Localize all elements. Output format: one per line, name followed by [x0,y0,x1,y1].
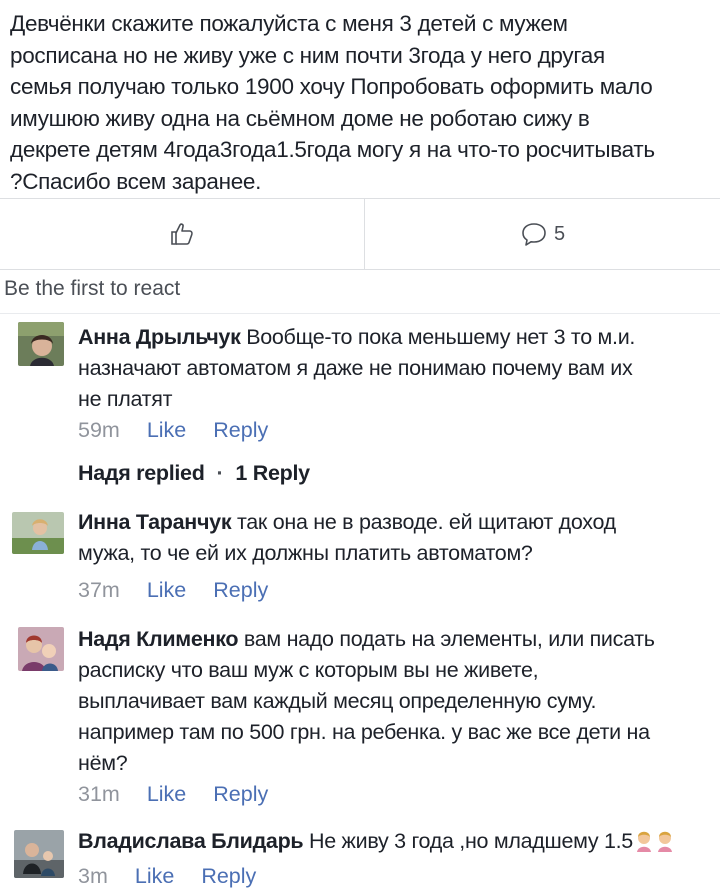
like-link[interactable]: Like [135,864,174,889]
avatar[interactable] [12,512,64,554]
reply-link[interactable]: Reply [213,418,268,443]
comment-text: вам надо подать на элементы, или писать [238,627,655,651]
comment-text: Не живу 3 года ,но младшему 1.5 [303,829,633,853]
like-link[interactable]: Like [147,578,186,603]
post-text: Девчёнки скажите пожалуйста с меня 3 дет… [10,8,715,197]
divider [0,313,720,314]
comment-button[interactable]: 5 [365,199,720,269]
comment-time: 31m [78,782,120,806]
replies-summary[interactable]: Надя replied · 1 Reply [78,461,310,486]
post-line: Девчёнки скажите пожалуйста с меня 3 дет… [10,11,568,36]
post-line: росписана но не живу уже с ним почти 3го… [10,42,605,68]
reply-link[interactable]: Reply [201,864,256,889]
comment-author[interactable]: Владислава Блидарь [78,829,304,853]
comment-meta: 3m Like Reply [78,864,256,889]
comment-time: 59m [78,418,120,442]
like-button[interactable] [0,199,365,269]
post-line: ?Спасибо всем заранее. [10,168,262,194]
reactions-summary[interactable]: Be the first to react [4,277,180,301]
comment-text: например там по 500 грн. на ребенка. у в… [78,720,650,744]
comment-time: 37m [78,578,120,602]
avatar[interactable] [18,322,64,366]
comment-text: нём? [78,751,128,775]
comment-body: Владислава Блидарь Не живу 3 года ,но мл… [78,826,675,861]
comment-text: так она не в разводе. ей щитают доход [231,510,616,534]
comment-body: Инна Таранчук так она не в разводе. ей щ… [78,507,616,569]
woman-gesturing-emoji [635,830,675,861]
comment-text: выплачивает вам каждый месяц определенну… [78,689,597,713]
reply-link[interactable]: Reply [213,578,268,603]
post-line: декрете детям 4года3года1.5года могу я н… [10,137,655,162]
comment-text: назначают автоматом я даже не понимаю по… [78,356,633,380]
comment-meta: 31m Like Reply [78,782,268,807]
thumbs-up-outline-icon [171,223,193,245]
post-action-bar: 5 [0,198,720,270]
comment-body: Анна Дрыльчук Вообще-то пока меньшему не… [78,322,635,415]
like-link[interactable]: Like [147,418,186,443]
comment-text: расписку что ваш муж с которым вы не жив… [78,658,539,682]
like-link[interactable]: Like [147,782,186,807]
comment-text: Вообще-то пока меньшему нет 3 то м.и. [240,325,636,349]
comment-author[interactable]: Инна Таранчук [78,510,232,534]
comment-text: не платят [78,387,173,411]
comment-author[interactable]: Надя Клименко [78,627,239,651]
avatar[interactable] [14,830,64,878]
comment-bubble-icon [522,223,546,246]
comment-meta: 59m Like Reply [78,418,268,443]
post-line: имушюю живу одна на сьёмном доме не робо… [10,105,590,131]
comment-text: мужа, то че ей их должны платить автомат… [78,541,533,565]
replied-name: Надя replied [78,461,205,485]
comment-body: Надя Клименко вам надо подать на элемент… [78,624,655,779]
comment-meta: 37m Like Reply [78,578,268,603]
comment-time: 3m [78,864,108,888]
reply-count: 1 Reply [235,461,310,485]
avatar[interactable] [18,627,64,671]
separator: · [216,461,224,485]
comment-author[interactable]: Анна Дрыльчук [78,325,241,349]
reply-link[interactable]: Reply [213,782,268,807]
comment-count: 5 [553,222,566,245]
post-line: семья получаю только 1900 хочу Попробова… [10,74,653,99]
